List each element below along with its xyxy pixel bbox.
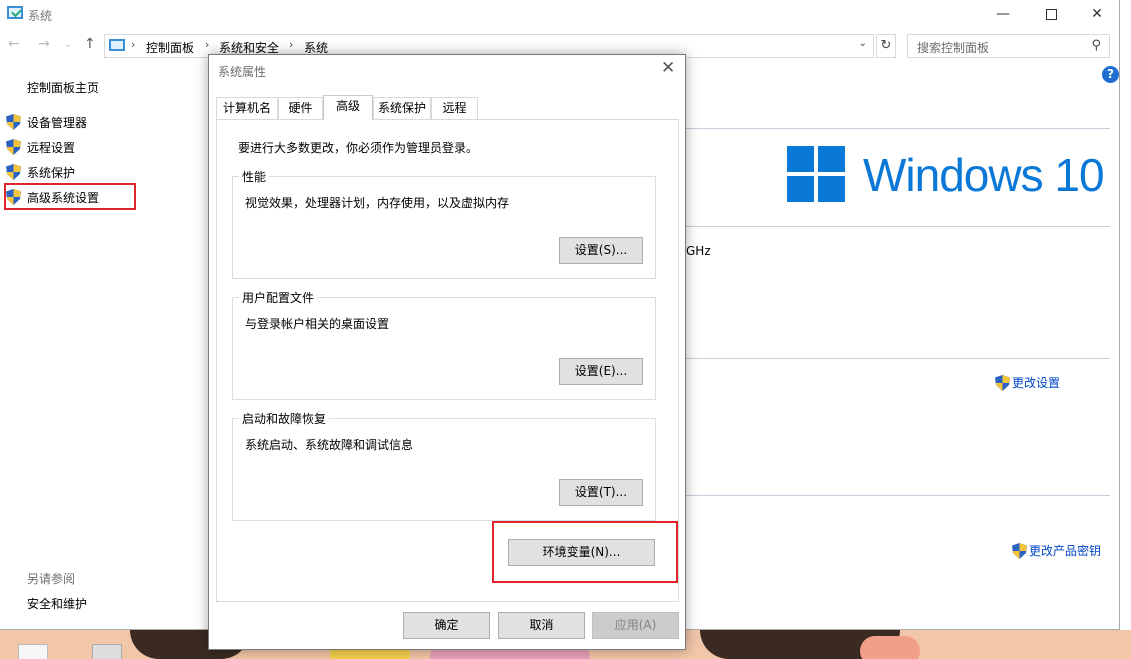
- windows-brand-text: Windows 10: [863, 149, 1105, 201]
- section-divider: [686, 226, 1110, 227]
- section-divider: [686, 495, 1110, 496]
- computer-icon: [109, 39, 125, 51]
- left-nav-pane: 控制面板主页 设备管理器 远程设置 系统保护 高级系统设置 另请参阅 安全和维护: [0, 60, 200, 630]
- apply-button[interactable]: 应用(A): [592, 612, 679, 639]
- tab-remote[interactable]: 远程: [431, 97, 478, 119]
- tab-computer-name[interactable]: 计算机名: [216, 97, 278, 119]
- annotation-highlight-box: [4, 183, 136, 210]
- performance-settings-button[interactable]: 设置(S)...: [559, 237, 643, 264]
- search-icon[interactable]: ⚲: [1091, 38, 1101, 53]
- recent-locations-chevron-icon[interactable]: ⌄: [64, 40, 72, 50]
- section-divider: [686, 128, 1110, 129]
- breadcrumb-separator[interactable]: ›: [205, 38, 209, 51]
- see-also-heading: 另请参阅: [27, 572, 76, 586]
- tab-advanced[interactable]: 高级: [323, 95, 373, 120]
- user-profiles-settings-button[interactable]: 设置(E)...: [559, 358, 643, 385]
- help-icon[interactable]: ?: [1102, 66, 1119, 83]
- dialog-title: 系统属性: [218, 65, 267, 79]
- sidebar-item-device-manager[interactable]: 设备管理器: [6, 112, 87, 132]
- uac-shield-icon: [6, 164, 21, 180]
- section-divider: [686, 358, 1110, 359]
- uac-shield-icon: [6, 114, 21, 130]
- breadcrumb-separator[interactable]: ›: [289, 38, 293, 51]
- minimize-button[interactable]: —: [980, 0, 1026, 30]
- breadcrumb-control-panel[interactable]: 控制面板: [146, 39, 194, 56]
- performance-group: 性能 视觉效果，处理器计划，内存使用，以及虚拟内存 设置(S)...: [232, 168, 656, 279]
- sidebar-item-remote-settings[interactable]: 远程设置: [6, 137, 75, 157]
- annotation-highlight-box: [492, 521, 678, 583]
- change-product-key-link[interactable]: 更改产品密钥: [1012, 542, 1101, 559]
- title-bar[interactable]: 系统 — ✕: [0, 0, 1120, 30]
- tab-hardware[interactable]: 硬件: [278, 97, 323, 119]
- windows-logo-icon: [787, 146, 845, 202]
- security-maintenance-link[interactable]: 安全和维护: [27, 595, 87, 612]
- desktop-file-icon[interactable]: [92, 644, 122, 659]
- system-properties-dialog: 系统属性 ✕ 计算机名 硬件 高级 系统保护 远程 要进行大多数更改，你必须作为…: [208, 54, 686, 650]
- change-product-key-label: 更改产品密钥: [1029, 544, 1102, 558]
- wallpaper-shape: [860, 636, 920, 659]
- group-legend: 性能: [239, 168, 270, 185]
- sidebar-item-label: 远程设置: [27, 140, 76, 155]
- ok-button[interactable]: 确定: [403, 612, 490, 639]
- processor-speed-text: GHz: [686, 244, 711, 258]
- search-input[interactable]: 搜索控制面板 ⚲: [907, 34, 1110, 58]
- maximize-icon: [1045, 9, 1057, 20]
- group-legend: 启动和故障恢复: [239, 410, 330, 427]
- startup-recovery-settings-button[interactable]: 设置(T)...: [559, 479, 643, 506]
- windows-10-logo: Windows 10: [787, 146, 1117, 206]
- window-title: 系统: [28, 9, 53, 23]
- sidebar-item-label: 设备管理器: [27, 115, 88, 130]
- change-settings-link[interactable]: 更改设置: [995, 374, 1060, 391]
- refresh-button[interactable]: ↻: [876, 34, 896, 58]
- system-app-icon: [7, 6, 23, 19]
- breadcrumb-separator[interactable]: ›: [131, 38, 135, 51]
- back-arrow-icon[interactable]: ←: [8, 36, 20, 52]
- change-settings-label: 更改设置: [1012, 376, 1061, 390]
- desktop-file-icon[interactable]: [18, 644, 48, 659]
- dialog-close-icon[interactable]: ✕: [661, 58, 675, 78]
- control-panel-home-link[interactable]: 控制面板主页: [27, 79, 99, 96]
- startup-recovery-group: 启动和故障恢复 系统启动、系统故障和调试信息 设置(T)...: [232, 410, 656, 521]
- user-profiles-group: 用户配置文件 与登录帐户相关的桌面设置 设置(E)...: [232, 289, 656, 400]
- cancel-button[interactable]: 取消: [498, 612, 585, 639]
- sidebar-item-label: 系统保护: [27, 165, 76, 180]
- sidebar-item-system-protection[interactable]: 系统保护: [6, 162, 75, 182]
- group-description: 视觉效果，处理器计划，内存使用，以及虚拟内存: [245, 196, 510, 210]
- admin-note: 要进行大多数更改，你必须作为管理员登录。: [238, 141, 479, 155]
- search-placeholder: 搜索控制面板: [917, 41, 990, 55]
- uac-shield-icon: [1012, 542, 1027, 559]
- forward-arrow-icon[interactable]: →: [38, 36, 50, 52]
- maximize-button[interactable]: [1028, 0, 1074, 30]
- uac-shield-icon: [995, 374, 1010, 391]
- chevron-down-icon[interactable]: ⌄: [859, 38, 867, 49]
- up-arrow-icon[interactable]: ↑: [84, 36, 96, 52]
- uac-shield-icon: [6, 139, 21, 155]
- group-description: 系统启动、系统故障和调试信息: [245, 438, 414, 452]
- group-legend: 用户配置文件: [239, 289, 318, 306]
- tab-system-protection[interactable]: 系统保护: [373, 97, 431, 119]
- close-button[interactable]: ✕: [1074, 0, 1120, 30]
- group-description: 与登录帐户相关的桌面设置: [245, 317, 390, 331]
